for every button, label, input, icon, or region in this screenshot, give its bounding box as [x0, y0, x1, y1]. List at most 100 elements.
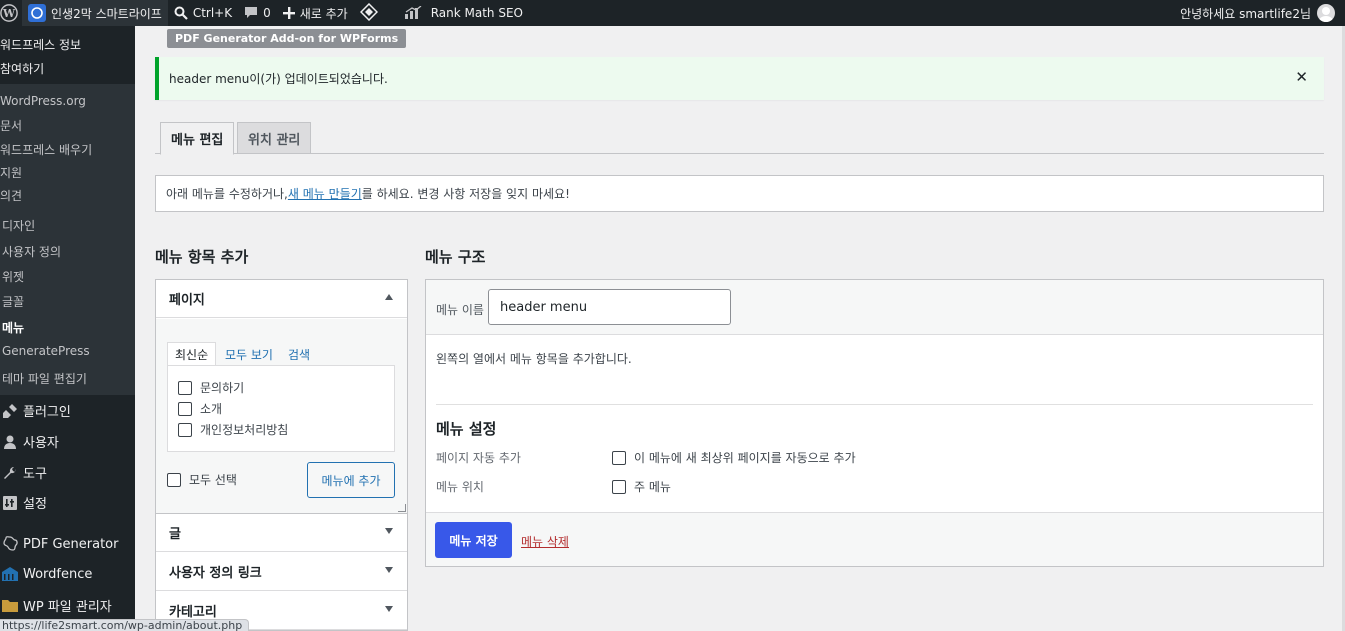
tab-edit-menus[interactable]: 메뉴 편집 — [160, 122, 235, 155]
auto-add-checkbox[interactable] — [612, 450, 626, 465]
dismiss-icon[interactable]: ✕ — [1295, 70, 1308, 85]
sidebar-item-users-label: 사용자 — [23, 436, 59, 451]
checkbox[interactable] — [178, 380, 192, 395]
page-item-label: 문의하기 — [200, 381, 245, 395]
notice-text: 이(가) 업데이트되었습니다. — [249, 72, 388, 86]
notice-menu-name: header menu — [169, 71, 250, 86]
sidebar-item-pdf-generator-label: PDF Generator — [23, 536, 119, 552]
sidebar-item-widgets[interactable]: 위젯 — [2, 268, 24, 285]
sidebar-item-about[interactable]: 워드프레스 정보 — [0, 36, 81, 53]
nav-tabs: 메뉴 편집 위치 관리 — [155, 122, 1324, 155]
sidebar-item-settings[interactable]: 설정 — [0, 493, 135, 512]
new-content-button[interactable]: 새로 추가 — [277, 0, 354, 26]
sidebar-item-tools[interactable]: 도구 — [0, 463, 135, 482]
sidebar-item-tools-label: 도구 — [23, 467, 47, 482]
avatar — [1317, 4, 1335, 22]
sidebar-item-theme-editor[interactable]: 테마 파일 편집기 — [2, 370, 87, 387]
select-all-label: 모두 선택 — [189, 473, 237, 487]
sidebar-item-docs[interactable]: 문서 — [0, 117, 22, 134]
primary-menu-checkbox[interactable] — [612, 479, 626, 494]
comments-button[interactable]: 0 — [238, 0, 277, 26]
menu-actions-bar: 메뉴 저장 메뉴 삭제 — [426, 512, 1323, 566]
folder-icon — [0, 598, 20, 613]
tab-manage-locations[interactable]: 위치 관리 — [237, 122, 312, 154]
tab-view-all[interactable]: 모두 보기 — [218, 342, 280, 366]
new-content-label: 새로 추가 — [299, 6, 348, 21]
greeting: 안녕하세요 smartlife2님 — [1180, 6, 1311, 21]
menu-structure-panel: 메뉴 이름 header menu 왼쪽의 열에서 메뉴 항목을 추가합니다. … — [425, 279, 1324, 567]
menu-settings-title: 메뉴 설정 — [436, 420, 497, 438]
search-shortcut: Ctrl+K — [192, 6, 233, 20]
command-palette-button[interactable]: Ctrl+K — [168, 0, 238, 26]
save-menu-button[interactable]: 메뉴 저장 — [435, 522, 512, 558]
select-all-checkbox[interactable] — [167, 472, 181, 487]
rank-math-label: Rank Math SEO — [430, 6, 523, 20]
sidebar-item-pdf-generator[interactable]: PDF Generator — [0, 535, 135, 553]
accordion-pages-header[interactable]: 페이지 — [156, 280, 407, 318]
rank-math-icon — [404, 6, 422, 20]
status-bar-url: https://life2smart.com/wp-admin/about.ph… — [0, 619, 250, 631]
expand-arrow-icon — [385, 567, 393, 573]
sidebar-item-plugins-label: 플러그인 — [23, 405, 71, 420]
checkbox[interactable] — [178, 401, 192, 416]
svg-text:W: W — [2, 7, 16, 20]
menu-name-input[interactable]: header menu — [488, 289, 731, 325]
sidebar-item-plugins[interactable]: 플러그인 — [0, 401, 135, 420]
wordpress-logo-icon: W — [0, 4, 18, 22]
sidebar-item-design[interactable]: 디자인 — [2, 217, 35, 234]
sidebar-item-file-manager[interactable]: WP 파일 관리자 — [0, 596, 135, 615]
expand-arrow-icon — [385, 528, 393, 534]
resize-handle[interactable] — [398, 504, 406, 512]
my-account-button[interactable]: 안녕하세요 smartlife2님 — [1174, 0, 1345, 26]
page-item-privacy[interactable]: 개인정보처리방침 — [178, 421, 288, 438]
accordion-custom-links-header[interactable]: 사용자 정의 링크 — [156, 553, 407, 591]
tab-most-recent[interactable]: 최신순 — [167, 342, 217, 366]
wordfence-icon — [0, 566, 20, 582]
diamond-plugin-button[interactable] — [354, 0, 384, 26]
sidebar-item-support[interactable]: 지원 — [0, 164, 22, 181]
menu-structure-title: 메뉴 구조 — [425, 248, 486, 266]
menu-info-box: 아래 메뉴를 수정하거나, 새 메뉴 만들기 를 하세요. 변경 사항 저장을 … — [155, 175, 1324, 212]
sidebar-item-menus[interactable]: 메뉴 — [2, 319, 24, 336]
accordion-posts-label: 글 — [169, 527, 181, 542]
add-menu-items-accordion: 페이지 최신순 모두 보기 검색 문의하기 소개 개인정보처리방침 모두 선택 — [155, 279, 408, 631]
sidebar-item-wordfence[interactable]: Wordfence — [0, 566, 135, 582]
comment-icon — [244, 6, 258, 20]
rank-math-button[interactable]: Rank Math SEO — [398, 0, 529, 26]
create-new-menu-link[interactable]: 새 메뉴 만들기 — [288, 185, 362, 202]
delete-menu-link[interactable]: 메뉴 삭제 — [521, 533, 569, 550]
primary-menu-option[interactable]: 주 메뉴 — [612, 478, 671, 495]
sidebar-item-get-involved[interactable]: 참여하기 — [0, 60, 44, 77]
sidebar-item-wordfence-label: Wordfence — [23, 566, 93, 582]
plugin-badge: PDF Generator Add-on for WPForms — [167, 29, 407, 48]
wrench-icon — [0, 465, 20, 481]
sidebar-item-wordpress-org[interactable]: WordPress.org — [0, 94, 86, 108]
select-all[interactable]: 모두 선택 — [167, 471, 237, 488]
sidebar-item-generatepress[interactable]: GeneratePress — [2, 344, 90, 358]
menu-name-label: 메뉴 이름 — [436, 303, 484, 317]
primary-menu-label: 주 메뉴 — [634, 480, 671, 494]
sidebar-item-file-manager-label: WP 파일 관리자 — [23, 600, 112, 615]
sidebar-item-customize[interactable]: 사용자 정의 — [2, 243, 61, 260]
sidebar-item-feedback[interactable]: 의견 — [0, 187, 22, 204]
page-item-about[interactable]: 소개 — [178, 400, 222, 417]
sidebar-item-users[interactable]: 사용자 — [0, 432, 135, 451]
accordion-custom-links-label: 사용자 정의 링크 — [169, 566, 262, 581]
sidebar-item-learn[interactable]: 워드프레스 배우기 — [0, 141, 92, 158]
sidebar-item-fonts[interactable]: 글꼴 — [2, 293, 24, 310]
diamond-icon — [359, 2, 378, 24]
site-name-button[interactable]: 인생2막 스마트라이프 — [22, 0, 168, 26]
pdf-generator-icon — [0, 535, 20, 553]
add-to-menu-button[interactable]: 메뉴에 추가 — [307, 462, 395, 498]
info-text-after: 를 하세요. 변경 사항 저장을 잊지 마세요! — [361, 187, 570, 201]
accordion-posts-header[interactable]: 글 — [156, 514, 407, 552]
checkbox[interactable] — [178, 422, 192, 437]
tab-search[interactable]: 검색 — [281, 342, 317, 366]
wordpress-logo-button[interactable]: W — [0, 0, 22, 26]
menu-name-bar: 메뉴 이름 header menu — [426, 280, 1323, 335]
auto-add-option[interactable]: 이 메뉴에 새 최상위 페이지를 자동으로 추가 — [612, 449, 856, 466]
page-item-contact[interactable]: 문의하기 — [178, 379, 244, 396]
search-icon — [174, 6, 188, 20]
page-item-label: 소개 — [200, 402, 223, 416]
pages-panel: 최신순 모두 보기 검색 문의하기 소개 개인정보처리방침 모두 선택 메뉴에 … — [156, 319, 407, 514]
